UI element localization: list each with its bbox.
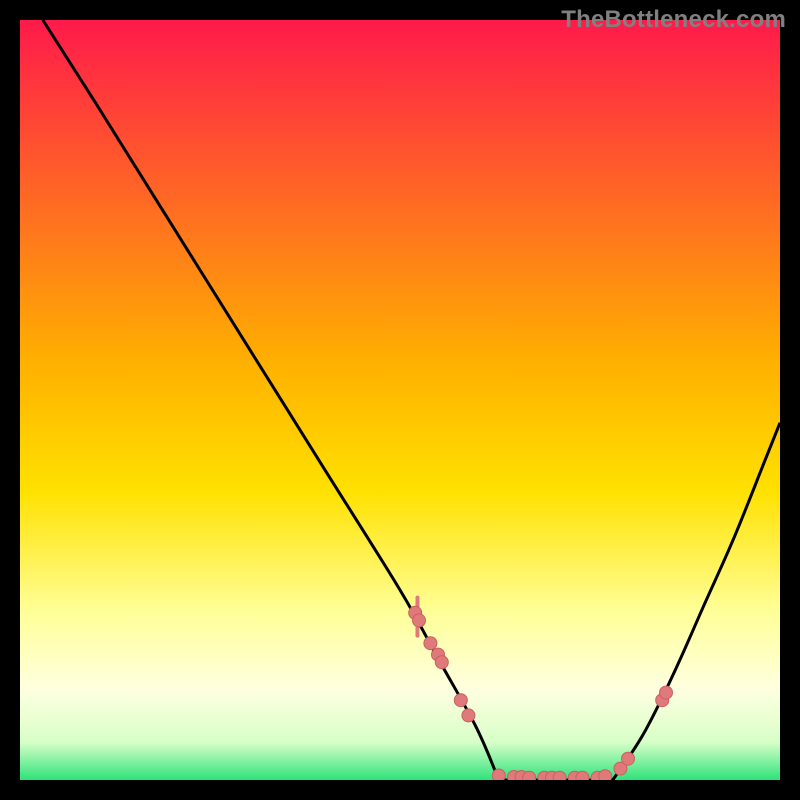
marker-dot xyxy=(413,614,426,627)
marker-dot xyxy=(435,656,448,669)
watermark-text: TheBottleneck.com xyxy=(561,6,786,34)
marker-dot xyxy=(492,769,505,780)
marker-dot xyxy=(454,694,467,707)
chart-stage: TheBottleneck.com xyxy=(0,0,800,800)
chart-svg xyxy=(20,20,780,780)
marker-dot xyxy=(622,752,635,765)
marker-dot xyxy=(576,771,589,780)
marker-dot xyxy=(599,770,612,780)
marker-dot xyxy=(660,686,673,699)
marker-dot xyxy=(462,709,475,722)
gradient-bg xyxy=(20,20,780,780)
marker-dot xyxy=(553,771,566,780)
marker-dot xyxy=(523,771,536,780)
marker-dot xyxy=(424,637,437,650)
